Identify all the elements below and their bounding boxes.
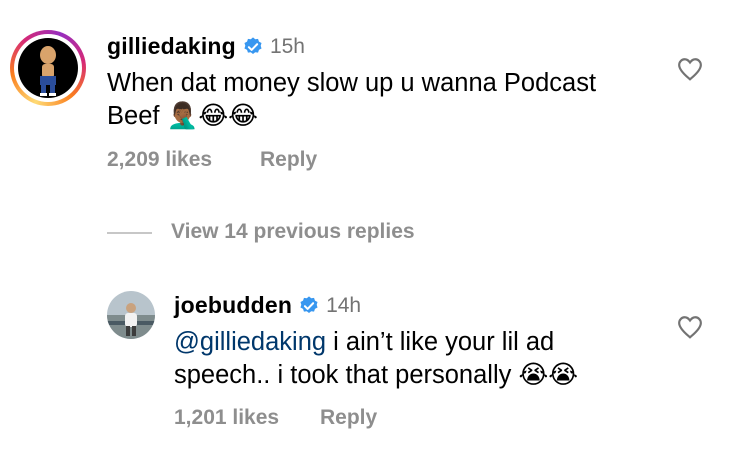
like-heart-icon[interactable] bbox=[677, 57, 703, 81]
like-heart-icon[interactable] bbox=[677, 315, 703, 339]
reply-text: @gilliedaking i ain’t like your lil ad s… bbox=[174, 326, 664, 392]
comment-text: When dat money slow up u wanna Podcast B… bbox=[107, 67, 667, 133]
view-previous-replies-button[interactable]: View 14 previous replies bbox=[171, 220, 415, 244]
comment-username[interactable]: gilliedaking bbox=[107, 33, 236, 60]
comment-timestamp[interactable]: 15h bbox=[270, 35, 305, 59]
reply-text-segment: i ain’t like your lil ad bbox=[326, 328, 555, 356]
laughing-tears-emoji: 😂 bbox=[198, 102, 229, 130]
verified-badge-icon bbox=[244, 36, 262, 54]
reply-text-line: speech.. i took that personally 😭😭 bbox=[174, 359, 664, 392]
reply-header: joebudden 14h bbox=[174, 292, 361, 319]
crying-emoji: 😭 bbox=[548, 361, 579, 389]
reply-text-segment: speech.. i took that personally bbox=[174, 361, 512, 389]
comment-text-line: When dat money slow up u wanna Podcast bbox=[107, 69, 597, 97]
comment-text-line: Beef 🤦🏾‍♂️😂😂 bbox=[107, 100, 667, 133]
facepalm-emoji: 🤦🏾‍♂️ bbox=[166, 102, 199, 130]
laughing-tears-emoji: 😂 bbox=[228, 102, 258, 130]
comment-text-word: Beef bbox=[107, 102, 160, 130]
story-ring[interactable] bbox=[10, 30, 86, 106]
reply-reply-button[interactable]: Reply bbox=[320, 406, 377, 430]
reply-avatar[interactable] bbox=[107, 291, 155, 339]
comment-header: gilliedaking 15h bbox=[107, 33, 305, 60]
thread-divider bbox=[107, 232, 152, 234]
mention-link[interactable]: @gilliedaking bbox=[174, 328, 326, 356]
verified-badge-icon bbox=[300, 295, 318, 313]
reply-text-line: @gilliedaking i ain’t like your lil ad bbox=[174, 326, 664, 359]
comment-like-count[interactable]: 2,209 likes bbox=[107, 148, 212, 172]
reply-timestamp[interactable]: 14h bbox=[326, 294, 361, 318]
avatar bbox=[18, 38, 78, 98]
reply-like-count[interactable]: 1,201 likes bbox=[174, 406, 279, 430]
comment-reply-button[interactable]: Reply bbox=[260, 148, 317, 172]
crying-emoji: 😭 bbox=[518, 361, 549, 389]
reply-username[interactable]: joebudden bbox=[174, 292, 292, 319]
